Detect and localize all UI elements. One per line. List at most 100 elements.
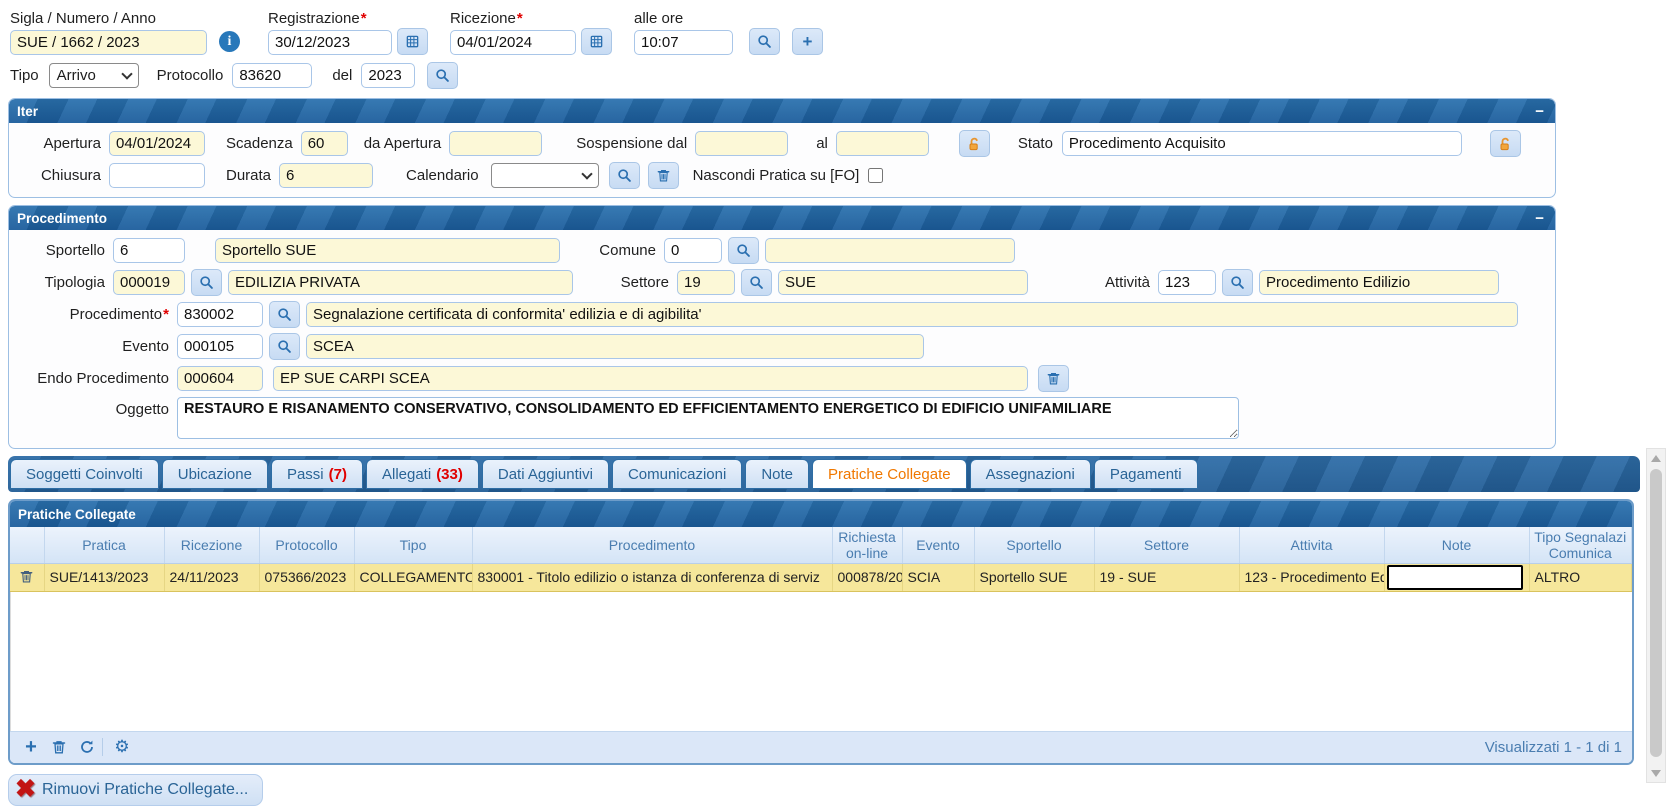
column-header-tipo[interactable]: Tipo xyxy=(354,527,472,563)
nascondi-pratica-checkbox[interactable] xyxy=(868,168,883,183)
scroll-down-button[interactable] xyxy=(1647,765,1665,781)
sportello-code-input[interactable] xyxy=(113,238,185,263)
scroll-up-button[interactable] xyxy=(1647,450,1665,466)
ricezione-input[interactable] xyxy=(450,30,576,55)
sospensione-dal-input[interactable] xyxy=(695,131,788,156)
attivita-search-button[interactable] xyxy=(1222,269,1253,296)
pratiche-collegate-panel: Pratiche Collegate Pratica Ricezione Pro… xyxy=(8,499,1634,765)
evento-code-input[interactable] xyxy=(177,334,263,359)
rimuovi-pratiche-collegate-button[interactable]: ✖ Rimuovi Pratiche Collegate... xyxy=(8,774,263,806)
settore-code-input[interactable] xyxy=(677,270,735,295)
column-header-procedimento[interactable]: Procedimento xyxy=(472,527,832,563)
del-anno-input[interactable] xyxy=(361,63,415,88)
ricezione-calendar-button[interactable] xyxy=(581,28,612,55)
note-cell-editor[interactable] xyxy=(1387,565,1523,590)
tipo-select[interactable]: Arrivo xyxy=(49,63,139,88)
tipologia-code-input[interactable] xyxy=(113,270,185,295)
endo-delete-button[interactable] xyxy=(1038,365,1069,392)
row-delete-button[interactable] xyxy=(18,567,36,585)
al-input[interactable] xyxy=(836,131,929,156)
oggetto-textarea[interactable]: RESTAURO E RISANAMENTO CONSERVATIVO, CON… xyxy=(177,397,1239,439)
tab-passi[interactable]: Passi(7) xyxy=(271,459,363,489)
collapse-icon[interactable]: − xyxy=(1532,211,1547,226)
column-header-tipo-segnalazione[interactable]: Tipo Segnalazi Comunica xyxy=(1529,527,1632,563)
tab-pratiche-collegate[interactable]: Pratiche Collegate xyxy=(812,459,967,489)
cell-tipo-segnalazione: ALTRO xyxy=(1529,563,1632,591)
oggetto-label: Oggetto xyxy=(17,401,169,418)
column-header-actions xyxy=(10,527,44,563)
settore-label: Settore xyxy=(609,274,669,291)
column-header-sportello[interactable]: Sportello xyxy=(974,527,1094,563)
search-icon xyxy=(757,34,772,49)
da-apertura-input[interactable] xyxy=(449,131,542,156)
grid-settings-button[interactable]: ⚙ xyxy=(111,736,133,758)
search-icon xyxy=(1230,275,1245,290)
tab-soggetti-coinvolti[interactable]: Soggetti Coinvolti xyxy=(10,459,159,489)
procedimento-code-input[interactable] xyxy=(177,302,263,327)
search-icon xyxy=(435,68,450,83)
tab-assegnazioni[interactable]: Assegnazioni xyxy=(970,459,1091,489)
evento-desc-input[interactable] xyxy=(306,334,924,359)
info-icon[interactable]: i xyxy=(219,31,240,52)
search-protocollo-button[interactable] xyxy=(427,62,458,89)
refresh-button[interactable] xyxy=(76,736,98,758)
registrazione-input[interactable] xyxy=(268,30,392,55)
delete-row-button[interactable] xyxy=(48,736,70,758)
unlock-sospensione-button[interactable] xyxy=(959,130,990,157)
tab-dati-aggiuntivi[interactable]: Dati Aggiuntivi xyxy=(482,459,609,489)
sigla-input[interactable] xyxy=(10,30,207,55)
evento-search-button[interactable] xyxy=(269,333,300,360)
endo-desc-input[interactable] xyxy=(273,366,1028,391)
procedimento-desc-input[interactable] xyxy=(306,302,1518,327)
tipologia-search-button[interactable] xyxy=(191,269,222,296)
column-header-attivita[interactable]: Attivita xyxy=(1239,527,1384,563)
collapse-icon[interactable]: − xyxy=(1532,104,1547,119)
unlock-stato-button[interactable] xyxy=(1490,130,1521,157)
sportello-desc-input[interactable] xyxy=(215,238,560,263)
search-pratica-button[interactable] xyxy=(749,28,780,55)
chiusura-input[interactable] xyxy=(109,163,205,188)
tab-comunicazioni[interactable]: Comunicazioni xyxy=(612,459,742,489)
tab-note[interactable]: Note xyxy=(745,459,809,489)
tab-pagamenti[interactable]: Pagamenti xyxy=(1094,459,1198,489)
attivita-desc-input[interactable] xyxy=(1259,270,1499,295)
column-header-pratica[interactable]: Pratica xyxy=(44,527,164,563)
procedimento-search-button[interactable] xyxy=(269,301,300,328)
settore-search-button[interactable] xyxy=(741,269,772,296)
comune-desc-input[interactable] xyxy=(765,238,1015,263)
attivita-code-input[interactable] xyxy=(1158,270,1216,295)
sigla-field-group: Sigla / Numero / Anno xyxy=(10,10,207,55)
column-header-protocollo[interactable]: Protocollo xyxy=(259,527,354,563)
column-header-settore[interactable]: Settore xyxy=(1094,527,1239,563)
scrollbar-thumb[interactable] xyxy=(1650,469,1662,757)
calendario-search-button[interactable] xyxy=(609,162,640,189)
settore-desc-input[interactable] xyxy=(778,270,1028,295)
comune-label: Comune xyxy=(596,242,656,259)
tab-ubicazione[interactable]: Ubicazione xyxy=(162,459,268,489)
cell-richiesta-online: 000878/2023 xyxy=(832,563,902,591)
durata-input[interactable] xyxy=(279,163,373,188)
tab-allegati[interactable]: Allegati(33) xyxy=(366,459,479,489)
endo-code-input[interactable] xyxy=(177,366,263,391)
column-header-note[interactable]: Note xyxy=(1384,527,1529,563)
protocollo-input[interactable] xyxy=(232,63,312,88)
scadenza-input[interactable] xyxy=(301,131,348,156)
tipologia-desc-input[interactable] xyxy=(228,270,573,295)
apertura-input[interactable] xyxy=(109,131,205,156)
alle-ore-input[interactable] xyxy=(634,30,733,55)
column-header-evento[interactable]: Evento xyxy=(902,527,974,563)
comune-code-input[interactable] xyxy=(664,238,722,263)
table-row[interactable]: SUE/1413/2023 24/11/2023 075366/2023 COL… xyxy=(10,563,1632,591)
new-pratica-button[interactable]: + xyxy=(792,28,823,55)
calendario-delete-button[interactable] xyxy=(648,162,679,189)
registrazione-calendar-button[interactable] xyxy=(397,28,428,55)
comune-search-button[interactable] xyxy=(728,237,759,264)
column-header-ricezione[interactable]: Ricezione xyxy=(164,527,259,563)
stato-input[interactable] xyxy=(1062,131,1462,156)
vertical-scrollbar[interactable] xyxy=(1646,448,1666,783)
calendario-select[interactable] xyxy=(491,163,599,188)
add-row-button[interactable]: + xyxy=(20,736,42,758)
tab-count-badge: (7) xyxy=(329,466,347,483)
column-header-richiesta-online[interactable]: Richiesta on-line xyxy=(832,527,902,563)
calendar-grid-icon xyxy=(589,34,604,49)
